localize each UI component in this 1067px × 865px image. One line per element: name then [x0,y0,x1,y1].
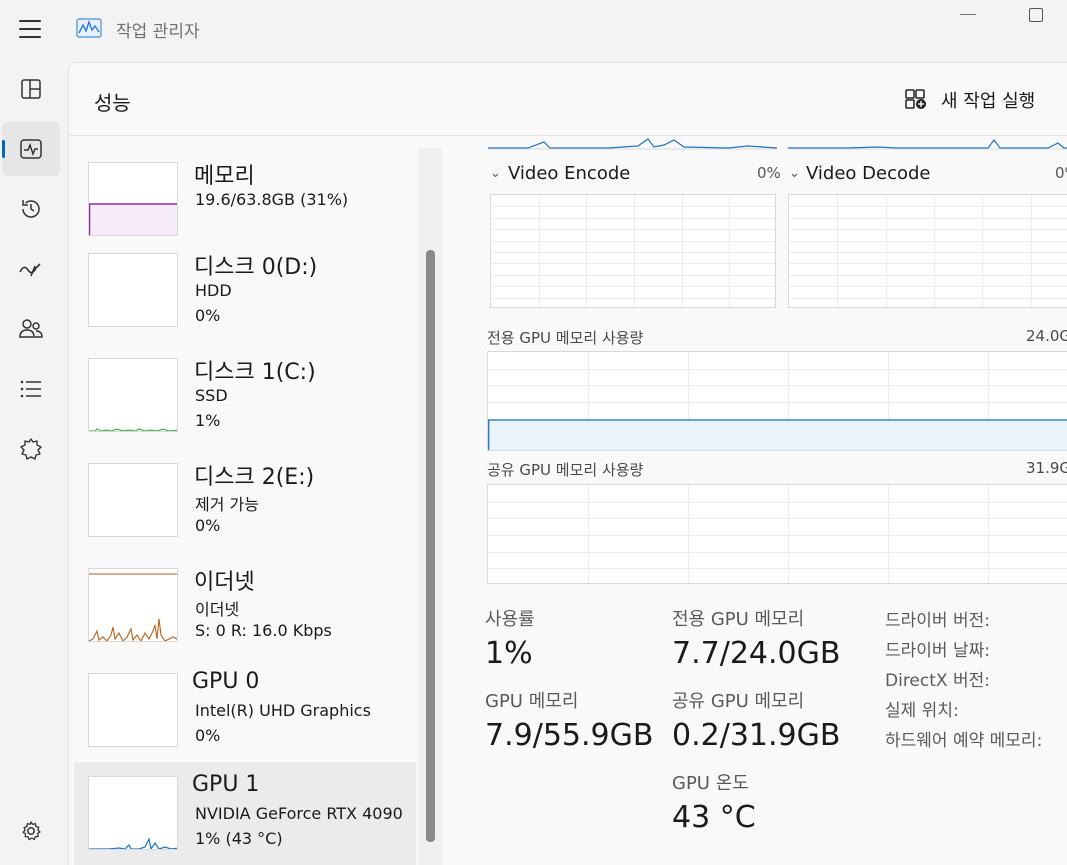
window-title: 작업 관리자 [116,22,200,42]
processes-icon [21,79,41,99]
engine-video-decode-percent: 0% [1055,164,1067,182]
device-ethernet[interactable]: 이더넷 이더넷 S: 0 R: 16.0 Kbps [74,554,416,658]
gpu-memory-label: GPU 메모리 [485,691,579,712]
menu-icon[interactable] [16,16,44,42]
device-name: 디스크 2(E:) [194,465,315,490]
memory-thumbnail [88,162,178,236]
device-type: 이더넷 [195,600,240,619]
settings-icon [22,821,41,841]
nav-performance[interactable] [2,122,60,176]
task-manager-app-icon [76,18,102,38]
gpu-temperature-value: 43 °C [672,800,756,835]
run-new-task-button[interactable]: 새 작업 실행 [905,87,1035,113]
device-usage: 0% [195,306,221,325]
usage-label: 사용률 [485,609,535,630]
device-disk-0[interactable]: 디스크 0(D:) HDD 0% [74,239,416,343]
nav-details[interactable] [2,362,60,416]
shared-memory-graph [487,484,1067,584]
device-name: 디스크 0(D:) [194,255,318,280]
performance-icon [20,139,42,159]
engine-video-encode-label: Video Encode [508,163,631,184]
device-list-scroll-thumb[interactable] [426,250,435,842]
physical-location-label: 실제 위치: [885,701,959,721]
device-type: SSD [195,386,228,405]
page-header: 성능 새 작업 실행 [69,63,1067,136]
app-history-icon [22,200,40,218]
run-task-icon [905,89,926,109]
gpu-detail-view: ⌄ Video Encode 0% ⌄ Video Decode 0% 전용 G… [444,136,1067,865]
navigation-rail [0,58,64,865]
dedicated-memory-label: 전용 GPU 메모리 [672,609,805,630]
shared-memory-graph-label: 공유 GPU 메모리 사용량 [487,461,644,479]
run-new-task-label: 새 작업 실행 [941,91,1036,112]
gpu-0-thumbnail [88,673,178,747]
nav-settings[interactable] [2,804,60,858]
cropped-engine-graph-left [488,138,777,150]
device-type: HDD [195,281,232,300]
device-name: 디스크 1(C:) [194,360,316,385]
device-list: 메모리 19.6/63.8GB (31%) 디스크 0(D:) HDD 0% 디… [74,148,416,865]
maximize-button[interactable] [1029,8,1043,22]
gpu-1-thumbnail [88,776,178,850]
device-name: GPU 1 [192,772,260,797]
disk-2-thumbnail [88,463,178,537]
driver-version-label: 드라이버 버전: [885,611,990,631]
device-usage: 0% [195,516,221,535]
chevron-down-icon[interactable]: ⌄ [490,166,501,181]
device-memory[interactable]: 메모리 19.6/63.8GB (31%) [74,148,416,252]
device-model: NVIDIA GeForce RTX 4090 [195,804,403,823]
usage-value: 1% [485,636,533,671]
dedicated-memory-graph-label: 전용 GPU 메모리 사용량 [487,329,644,347]
dedicated-memory-fill [488,420,1067,450]
nav-app-history[interactable] [2,182,60,236]
dedicated-memory-graph-max: 24.0GB [1026,327,1067,345]
minimize-button[interactable] [960,14,976,15]
dedicated-memory-graph [487,351,1067,451]
cropped-engine-graph-right [788,139,1067,150]
device-model: Intel(R) UHD Graphics [195,701,371,720]
shared-memory-label: 공유 GPU 메모리 [672,691,805,712]
users-icon [19,319,43,338]
shared-memory-graph-max: 31.9GB [1026,459,1067,477]
nav-users[interactable] [2,302,60,356]
chevron-down-icon[interactable]: ⌄ [789,166,800,181]
video-decode-graph [788,194,1067,308]
device-disk-1[interactable]: 디스크 1(C:) SSD 1% [74,344,416,448]
shared-memory-value: 0.2/31.9GB [672,718,841,753]
hardware-reserved-memory-label: 하드웨어 예약 메모리: [885,731,1043,751]
driver-date-label: 드라이버 날짜: [885,641,990,661]
device-name: GPU 0 [192,669,260,694]
device-disk-2[interactable]: 디스크 2(E:) 제거 가능 0% [74,449,416,553]
dedicated-memory-value: 7.7/24.0GB [672,636,841,671]
gpu-temperature-label: GPU 온도 [672,773,749,794]
disk-0-thumbnail [88,253,178,327]
device-gpu-0[interactable]: GPU 0 Intel(R) UHD Graphics 0% [74,659,416,763]
nav-startup[interactable] [2,242,60,296]
details-icon [20,380,41,398]
device-throughput: S: 0 R: 16.0 Kbps [195,621,332,640]
gpu-memory-value: 7.9/55.9GB [485,718,654,753]
device-usage: 1% [195,411,221,430]
engine-video-encode-percent: 0% [757,164,781,182]
device-usage: 1% (43 °C) [195,829,283,848]
services-icon [20,438,42,460]
device-detail: 19.6/63.8GB (31%) [195,190,349,209]
ethernet-thumbnail [88,568,178,642]
directx-version-label: DirectX 버전: [885,671,990,691]
video-encode-graph [490,194,776,308]
device-usage: 0% [195,726,221,745]
device-gpu-1[interactable]: GPU 1 NVIDIA GeForce RTX 4090 1% (43 °C) [74,762,416,865]
nav-services[interactable] [2,422,60,476]
disk-1-thumbnail [88,358,178,432]
page-title: 성능 [94,91,131,115]
startup-icon [19,263,41,277]
device-type: 제거 가능 [195,495,259,514]
title-bar: 작업 관리자 [0,0,1067,58]
nav-processes[interactable] [2,62,60,116]
engine-video-decode-label: Video Decode [806,163,931,184]
device-name: 이더넷 [194,570,255,595]
device-name: 메모리 [194,164,255,189]
